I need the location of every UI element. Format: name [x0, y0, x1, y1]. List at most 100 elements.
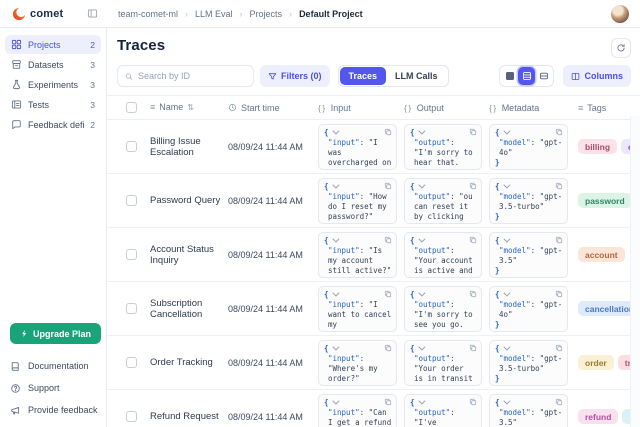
sidebar-item-experiments[interactable]: Experiments3 — [5, 75, 101, 94]
json-expand-toggle[interactable] — [324, 398, 392, 408]
table-row[interactable]: Billing Issue Escalation 08/09/24 11:44 … — [107, 120, 640, 174]
input-json-cell[interactable]: "input""Can I get a refund for my last p… — [318, 394, 397, 427]
sidebar-item-tests[interactable]: Tests3 — [5, 95, 101, 114]
tag-account[interactable]: account — [578, 247, 625, 262]
copy-icon[interactable] — [469, 128, 477, 136]
trace-name[interactable]: Password Query — [150, 195, 228, 206]
json-expand-toggle[interactable] — [495, 398, 563, 408]
json-expand-toggle[interactable] — [324, 236, 392, 246]
copy-icon[interactable] — [384, 344, 392, 352]
table-row[interactable]: Password Query 08/09/24 11:44 AM "input"… — [107, 174, 640, 228]
row-checkbox[interactable] — [126, 357, 137, 368]
tag-refund[interactable]: refund — [578, 409, 618, 424]
json-expand-toggle[interactable] — [495, 290, 563, 300]
input-json-cell[interactable]: "input""Is my account still active?" — [318, 232, 397, 278]
json-expand-toggle[interactable] — [495, 344, 563, 354]
table-row[interactable]: Order Tracking 08/09/24 11:44 AM "input"… — [107, 336, 640, 390]
start-time-column-header[interactable]: Start time — [241, 103, 280, 113]
row-checkbox[interactable] — [126, 141, 137, 152]
comet-logo[interactable]: comet — [12, 7, 63, 21]
copy-icon[interactable] — [384, 236, 392, 244]
breadcrumb-item[interactable]: Projects — [250, 9, 300, 19]
copy-icon[interactable] — [384, 290, 392, 298]
copy-icon[interactable] — [469, 398, 477, 406]
input-column-header[interactable]: Input — [331, 103, 351, 113]
sort-icon[interactable] — [187, 102, 194, 113]
name-column-header[interactable]: Name — [159, 102, 183, 113]
row-checkbox[interactable] — [126, 411, 137, 422]
upgrade-plan-button[interactable]: Upgrade Plan — [10, 323, 101, 344]
copy-icon[interactable] — [469, 344, 477, 352]
filters-button[interactable]: Filters (0) — [260, 65, 330, 87]
output-json-cell[interactable]: "output""I've submitted your refund requ… — [404, 394, 482, 427]
copy-icon[interactable] — [555, 182, 563, 190]
select-all-checkbox[interactable] — [126, 102, 137, 113]
input-json-cell[interactable]: "input""I was overcharged on my last inv… — [318, 124, 397, 170]
copy-icon[interactable] — [555, 398, 563, 406]
tag-billing[interactable]: billing — [578, 139, 617, 154]
copy-icon[interactable] — [384, 398, 392, 406]
sidebar-footer-provide-feedback[interactable]: Provide feedback — [8, 399, 98, 421]
metadata-json-cell[interactable]: "model""gpt-4o" — [489, 286, 568, 332]
breadcrumb-item[interactable]: team-comet-ml — [118, 9, 195, 19]
output-json-cell[interactable]: "output""Your account is active and in .… — [404, 232, 482, 278]
breadcrumb-item[interactable]: LLM Eval — [195, 9, 250, 19]
columns-button[interactable]: Columns — [563, 65, 631, 87]
table-row[interactable]: Account Status Inquiry 08/09/24 11:44 AM… — [107, 228, 640, 282]
trace-name[interactable]: Billing Issue Escalation — [150, 136, 228, 158]
output-column-header[interactable]: Output — [417, 103, 444, 113]
copy-icon[interactable] — [555, 236, 563, 244]
copy-icon[interactable] — [555, 344, 563, 352]
output-json-cell[interactable]: "output""I'm sorry to hear that. Let ...… — [404, 124, 482, 170]
search-input[interactable] — [138, 71, 246, 81]
json-expand-toggle[interactable] — [324, 344, 392, 354]
output-json-cell[interactable]: "output""Your order is in transit and ..… — [404, 340, 482, 386]
density-comfortable-button[interactable] — [535, 67, 552, 85]
row-checkbox[interactable] — [126, 249, 137, 260]
input-json-cell[interactable]: "input""I want to cancel my subscription… — [318, 286, 397, 332]
trace-name[interactable]: Refund Request — [150, 411, 228, 422]
json-expand-toggle[interactable] — [410, 290, 477, 300]
metadata-json-cell[interactable]: "model""gpt-3.5-turbo" — [489, 340, 568, 386]
json-expand-toggle[interactable] — [324, 182, 392, 192]
sidebar-item-feedback-definitions[interactable]: Feedback definitions2 — [5, 115, 101, 134]
json-expand-toggle[interactable] — [324, 128, 392, 138]
json-expand-toggle[interactable] — [410, 128, 477, 138]
json-expand-toggle[interactable] — [324, 290, 392, 300]
copy-icon[interactable] — [384, 128, 392, 136]
user-avatar[interactable] — [611, 5, 629, 23]
json-expand-toggle[interactable] — [410, 398, 477, 408]
toggle-llm-calls[interactable]: LLM Calls — [386, 67, 447, 85]
json-expand-toggle[interactable] — [410, 182, 477, 192]
copy-icon[interactable] — [469, 182, 477, 190]
json-expand-toggle[interactable] — [410, 344, 477, 354]
table-row[interactable]: Subscription Cancellation 08/09/24 11:44… — [107, 282, 640, 336]
metadata-column-header[interactable]: Metadata — [502, 103, 540, 113]
row-checkbox[interactable] — [126, 303, 137, 314]
trace-name[interactable]: Subscription Cancellation — [150, 298, 228, 320]
metadata-json-cell[interactable]: "model""gpt-3.5-turbo" — [489, 178, 568, 224]
json-expand-toggle[interactable] — [410, 236, 477, 246]
copy-icon[interactable] — [555, 128, 563, 136]
sidebar-footer-documentation[interactable]: Documentation — [8, 355, 98, 377]
refresh-button[interactable] — [611, 38, 631, 58]
copy-icon[interactable] — [469, 290, 477, 298]
metadata-json-cell[interactable]: "model""gpt-4o" — [489, 124, 568, 170]
copy-icon[interactable] — [555, 290, 563, 298]
sidebar-item-projects[interactable]: Projects2 — [5, 35, 101, 54]
collapse-sidebar-icon[interactable] — [87, 8, 98, 19]
metadata-json-cell[interactable]: "model""gpt-3.5" — [489, 394, 568, 427]
json-expand-toggle[interactable] — [495, 128, 563, 138]
row-checkbox[interactable] — [126, 195, 137, 206]
trace-name[interactable]: Order Tracking — [150, 357, 228, 368]
output-json-cell[interactable]: "output""ou can reset it by clicking on … — [404, 178, 482, 224]
json-expand-toggle[interactable] — [495, 182, 563, 192]
tag-order[interactable]: order — [578, 355, 614, 370]
metadata-json-cell[interactable]: "model""gpt-3.5" — [489, 232, 568, 278]
copy-icon[interactable] — [469, 236, 477, 244]
sidebar-footer-support[interactable]: Support — [8, 377, 98, 399]
density-compact-button[interactable] — [501, 67, 518, 85]
tag-password[interactable]: password — [578, 193, 632, 208]
input-json-cell[interactable]: "input""Where's my order?" — [318, 340, 397, 386]
copy-icon[interactable] — [384, 182, 392, 190]
